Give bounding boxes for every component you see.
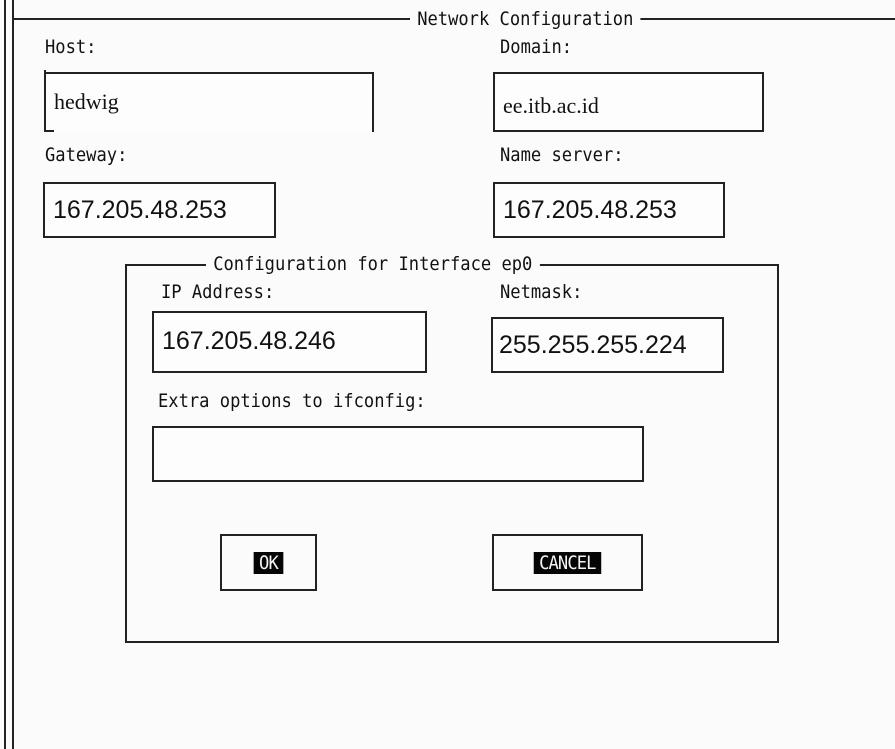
- host-label: Host:: [45, 36, 97, 58]
- ok-button[interactable]: OK: [220, 534, 317, 591]
- ip-address-field[interactable]: 167.205.48.246: [152, 311, 427, 373]
- gateway-label: Gateway:: [45, 144, 128, 166]
- gateway-field[interactable]: 167.205.48.253: [43, 182, 276, 238]
- frame-title: Network Configuration: [410, 8, 641, 30]
- cancel-button-label: CANCEL: [533, 551, 602, 574]
- ok-button-label: OK: [253, 551, 284, 574]
- domain-field[interactable]: ee.itb.ac.id: [493, 72, 764, 132]
- extra-options-field[interactable]: [152, 426, 644, 482]
- interface-config-title: Configuration for Interface ep0: [206, 253, 540, 275]
- domain-label: Domain:: [500, 36, 573, 58]
- left-border-inner: [12, 0, 14, 749]
- netmask-label: Netmask:: [500, 281, 583, 303]
- host-cursor-underline: [44, 130, 54, 132]
- extra-options-label: Extra options to ifconfig:: [158, 390, 426, 412]
- ip-address-label: IP Address:: [161, 281, 275, 303]
- cancel-button[interactable]: CANCEL: [492, 534, 643, 591]
- host-cursor: [44, 70, 46, 132]
- host-field[interactable]: hedwig: [46, 72, 374, 132]
- netmask-field[interactable]: 255.255.255.224: [491, 317, 724, 373]
- left-border-outer: [4, 0, 6, 749]
- nameserver-field[interactable]: 167.205.48.253: [493, 182, 725, 238]
- nameserver-label: Name server:: [500, 144, 624, 166]
